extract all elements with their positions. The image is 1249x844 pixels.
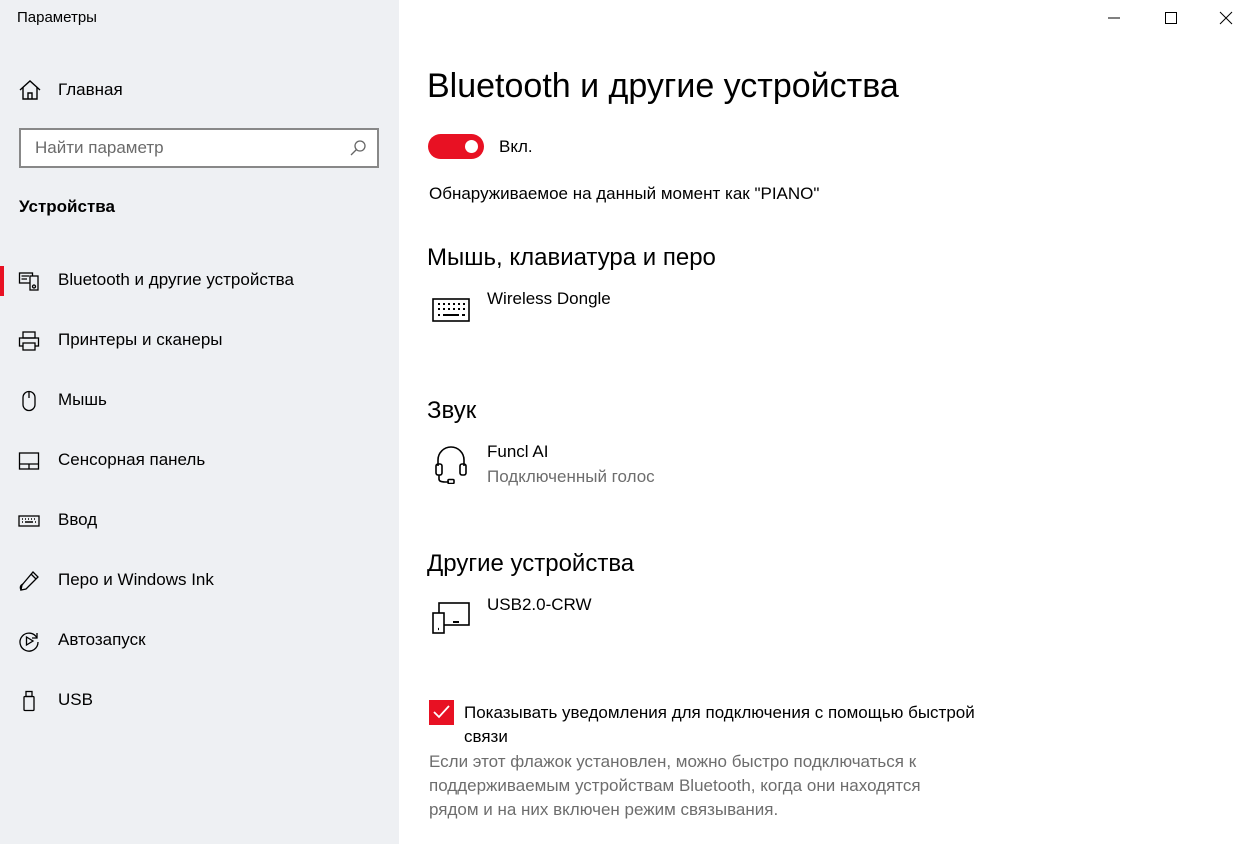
- search-box[interactable]: [19, 128, 379, 168]
- sidebar: Параметры Главная Устройства Bluetooth и…: [0, 0, 399, 844]
- toggle-label: Вкл.: [499, 137, 533, 156]
- device-name: Wireless Dongle: [487, 289, 611, 308]
- sidebar-item-label: USB: [58, 690, 93, 709]
- pen-icon: [19, 571, 39, 591]
- sidebar-item-label: Мышь: [58, 390, 107, 409]
- close-icon: [1219, 11, 1233, 25]
- checkmark-icon: [433, 705, 450, 719]
- device-status: Подключенный голос: [487, 467, 655, 486]
- swift-pair-description: Если этот флажок установлен, можно быстр…: [429, 752, 921, 819]
- device-wireless-dongle[interactable]: Wireless Dongle: [427, 289, 1027, 349]
- group-title-audio: Звук: [427, 397, 477, 424]
- headset-icon: [435, 446, 467, 484]
- swift-pair-label[interactable]: Показывать уведомления для подключения с…: [464, 701, 1004, 749]
- device-funcl-ai[interactable]: Funcl AI Подключенный голос: [427, 442, 1027, 502]
- active-indicator: [0, 266, 4, 296]
- maximize-icon: [1165, 12, 1177, 24]
- sidebar-item-printers[interactable]: Принтеры и сканеры: [0, 316, 399, 364]
- sidebar-item-label: Принтеры и сканеры: [58, 330, 223, 349]
- printer-icon: [18, 331, 40, 351]
- swift-pair-checkbox[interactable]: [429, 700, 454, 725]
- keyboard-icon: [18, 515, 40, 527]
- home-icon: [19, 80, 41, 100]
- maximize-button[interactable]: [1148, 0, 1194, 36]
- keyboard-icon: [432, 298, 470, 322]
- minimize-button[interactable]: [1091, 0, 1137, 36]
- toggle-knob: [465, 140, 478, 153]
- search-input[interactable]: [21, 130, 341, 166]
- discoverable-text: Обнаруживаемое на данный момент как "PIA…: [429, 184, 820, 203]
- sidebar-item-label: Перо и Windows Ink: [58, 570, 214, 589]
- mouse-icon: [22, 390, 36, 412]
- sidebar-item-pen[interactable]: Перо и Windows Ink: [0, 556, 399, 604]
- generic-device-icon: [432, 602, 470, 634]
- close-button[interactable]: [1203, 0, 1249, 36]
- sidebar-item-label: Автозапуск: [58, 630, 146, 649]
- bluetooth-toggle[interactable]: [428, 134, 484, 159]
- touchpad-icon: [18, 452, 40, 470]
- app-title: Параметры: [17, 9, 97, 26]
- section-heading: Устройства: [19, 197, 115, 216]
- group-title-other: Другие устройства: [427, 550, 635, 577]
- group-title-input-devices: Мышь, клавиатура и перо: [427, 244, 716, 271]
- autoplay-icon: [19, 632, 39, 652]
- sidebar-item-label: Ввод: [58, 510, 98, 529]
- sidebar-item-touchpad[interactable]: Сенсорная панель: [0, 436, 399, 484]
- device-usb2-crw[interactable]: USB2.0-CRW: [427, 595, 1027, 655]
- sidebar-item-typing[interactable]: Ввод: [0, 496, 399, 544]
- search-icon[interactable]: [349, 139, 367, 157]
- sidebar-item-autoplay[interactable]: Автозапуск: [0, 616, 399, 664]
- usb-icon: [23, 690, 35, 712]
- nav-home-label: Главная: [58, 80, 123, 99]
- device-name: USB2.0-CRW: [487, 595, 592, 614]
- sidebar-item-bluetooth[interactable]: Bluetooth и другие устройства: [0, 256, 399, 304]
- sidebar-item-usb[interactable]: USB: [0, 676, 399, 724]
- bluetooth-devices-icon: [18, 272, 39, 291]
- page-title: Bluetooth и другие устройства: [427, 67, 899, 105]
- sidebar-item-label: Bluetooth и другие устройства: [58, 270, 294, 289]
- device-name: Funcl AI: [487, 442, 549, 461]
- minimize-icon: [1108, 17, 1120, 19]
- nav-home[interactable]: Главная: [0, 68, 399, 112]
- sidebar-item-mouse[interactable]: Мышь: [0, 376, 399, 424]
- sidebar-item-label: Сенсорная панель: [58, 450, 206, 469]
